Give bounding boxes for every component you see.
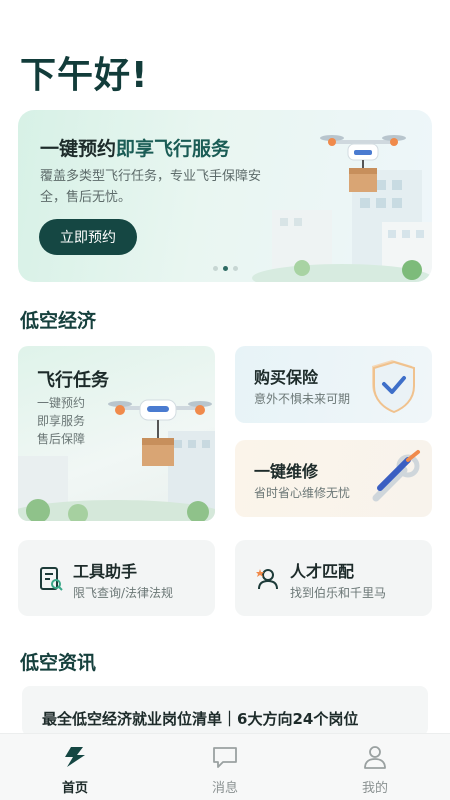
flight-task-line: 售后保障 (37, 432, 86, 446)
banner-title-accent: 即享飞行服务 (116, 138, 231, 160)
tool-assistant-title: 工具助手 (73, 562, 138, 581)
book-now-button[interactable]: 立即预约 (39, 219, 137, 255)
carousel-dot-active[interactable] (223, 266, 228, 271)
flight-task-desc: 一键预约 即享服务 售后保障 (37, 394, 85, 448)
section-title-economy: 低空经济 (20, 310, 97, 332)
tab-messages-label: 消息 (211, 781, 238, 796)
flight-task-title: 飞行任务 (37, 370, 109, 391)
insurance-title: 购买保险 (254, 368, 319, 387)
banner-title-plain: 一键预约 (40, 138, 117, 160)
booking-banner[interactable]: 一键预约即享飞行服务 覆盖多类型飞行任务，专业飞手保障安全，售后无忧。 立即预约 (18, 110, 432, 282)
person-star-icon (256, 569, 278, 590)
tab-home[interactable]: 首页 (0, 734, 150, 800)
tool-assistant-card[interactable]: 工具助手 限飞查询/法律法规 (18, 540, 215, 616)
tab-home-label: 首页 (61, 781, 88, 796)
home-logo-icon (65, 747, 85, 767)
talent-match-subtitle: 找到伯乐和千里马 (290, 586, 387, 600)
profile-icon (364, 746, 386, 769)
news-item-title: 最全低空经济就业岗位清单｜6大方向24个岗位 (42, 710, 359, 728)
tab-messages[interactable]: 消息 (150, 734, 300, 800)
talent-match-card[interactable]: 人才匹配 找到伯乐和千里马 (235, 540, 432, 616)
flight-task-line: 即享服务 (37, 414, 86, 428)
bottom-tab-bar: 首页 消息 我的 (0, 733, 450, 800)
greeting-title: 下午好! (20, 55, 149, 96)
tab-profile[interactable]: 我的 (300, 734, 450, 800)
section-title-news: 低空资讯 (20, 652, 97, 674)
buy-insurance-card[interactable]: 购买保险 意外不惧未来可期 (235, 346, 432, 423)
banner-subtitle: 覆盖多类型飞行任务，专业飞手保障安全，售后无忧。 (40, 169, 262, 205)
tab-profile-label: 我的 (361, 781, 388, 796)
wrench-screwdriver-icon (372, 450, 420, 502)
repair-card[interactable]: 一键维修 省时省心维修无忧 (235, 440, 432, 517)
carousel-indicator (213, 266, 238, 271)
flight-task-card[interactable]: 飞行任务 一键预约 即享服务 售后保障 (18, 346, 215, 521)
talent-match-title: 人才匹配 (290, 562, 355, 581)
shield-check-icon (372, 360, 415, 414)
repair-subtitle: 省时省心维修无忧 (254, 486, 351, 500)
carousel-dot[interactable] (213, 266, 218, 271)
flight-task-line: 一键预约 (37, 396, 86, 410)
insurance-subtitle: 意外不惧未来可期 (254, 392, 351, 406)
banner-title: 一键预约即享飞行服务 (40, 134, 230, 161)
carousel-dot[interactable] (233, 266, 238, 271)
message-icon (213, 747, 237, 768)
news-item[interactable]: 最全低空经济就业岗位清单｜6大方向24个岗位 (22, 686, 428, 736)
tool-assistant-subtitle: 限飞查询/法律法规 (73, 586, 174, 600)
repair-title: 一键维修 (254, 462, 319, 481)
document-search-icon (40, 567, 63, 591)
